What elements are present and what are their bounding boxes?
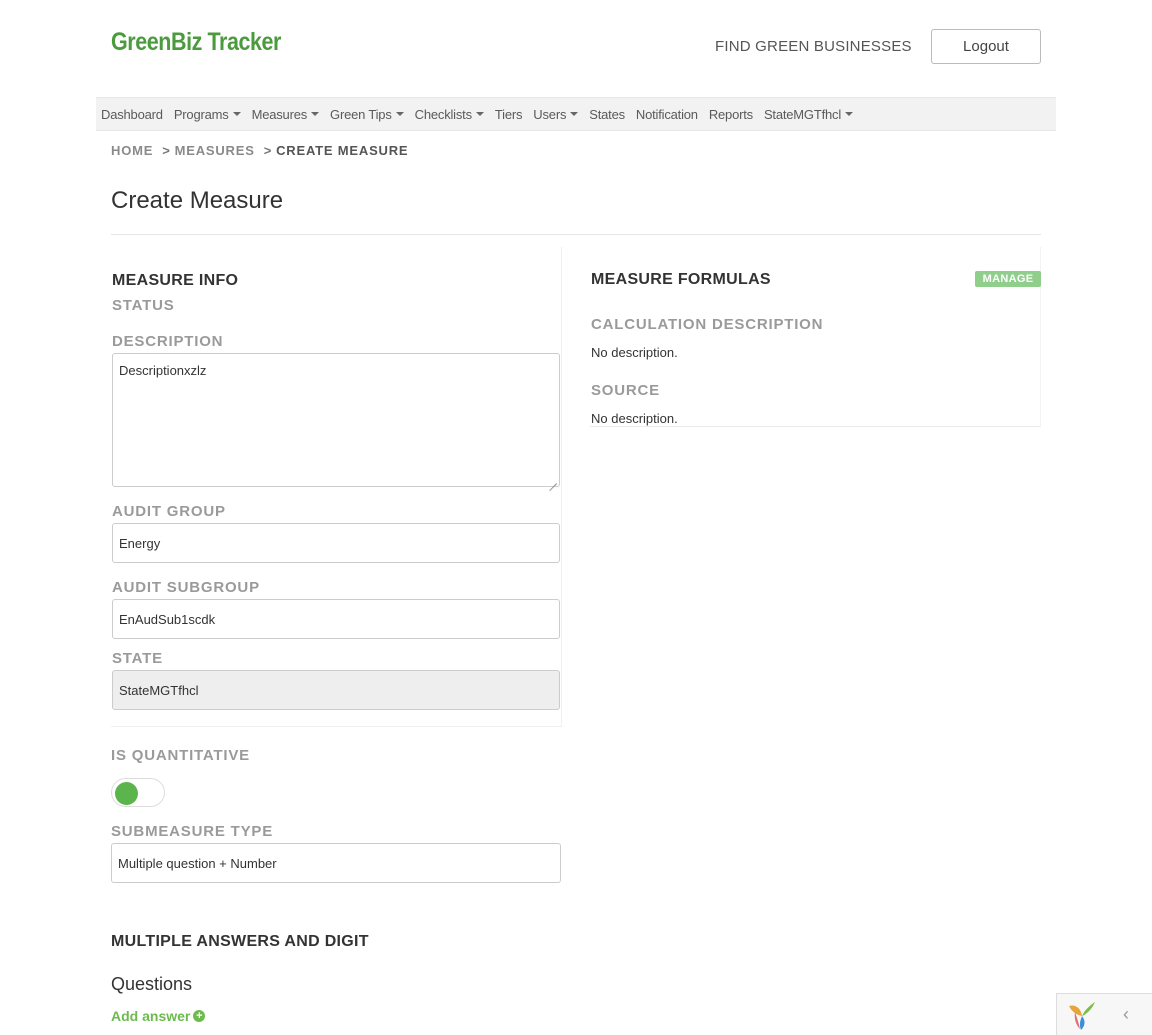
source-value: No description. [591,411,678,426]
find-green-businesses-link[interactable]: FIND GREEN BUSINESSES [715,38,912,55]
audit-subgroup-label: AUDIT SUBGROUP [112,579,260,596]
description-textarea[interactable]: Descriptionxzlz [112,353,560,487]
toggle-knob [115,782,138,805]
audit-group-value: Energy [119,535,161,551]
breadcrumb: HOME > MEASURES > CREATE MEASURE [111,143,408,158]
page-title: Create Measure [111,187,284,214]
state-label: STATE [112,650,163,667]
nav-label: StateMGTfhcl [763,106,842,122]
is-quantitative-label: IS QUANTITATIVE [111,747,250,764]
nav-item-states[interactable]: States [589,107,625,122]
nav-label: Tiers [494,106,523,122]
nav-item-dashboard[interactable]: Dashboard [101,107,163,122]
nav-item-tiers[interactable]: Tiers [494,106,523,122]
caret-down-icon [475,112,484,116]
nav-item-reports[interactable]: Reports [709,107,753,122]
nav-item-state-account[interactable]: StateMGTfhcl [763,106,854,122]
nav-label: Dashboard [101,106,163,122]
status-label: STATUS [112,297,175,314]
description-value: Descriptionxzlz [119,363,207,378]
caret-down-icon [395,112,404,116]
plus-circle-icon: + [193,1010,206,1022]
breadcrumb-home[interactable]: HOME [111,143,153,158]
nav-item-checklists[interactable]: Checklists [415,107,484,122]
add-answer-label: Add answer [111,1008,191,1024]
nav-item-notification[interactable]: Notification [636,107,698,122]
audit-subgroup-value: EnAudSub1scdk [119,611,216,627]
app-logo[interactable]: GreenBiz Tracker [111,28,281,57]
nav-label: Users [533,106,567,122]
nav-item-measures[interactable]: Measures [251,106,320,122]
nav-item-programs[interactable]: Programs [174,107,241,122]
breadcrumb-separator: > [162,143,171,158]
measure-info-panel [111,247,562,727]
nav-label: Green Tips [330,106,392,122]
nav-item-green-tips[interactable]: Green Tips [330,107,404,122]
nav-item-users[interactable]: Users [533,106,579,122]
breadcrumb-current: CREATE MEASURE [276,143,409,158]
debug-toolbar: ‹ [1056,993,1152,1035]
nav-label: Measures [251,106,308,122]
caret-down-icon [845,112,854,116]
yii-logo-icon[interactable] [1065,998,1099,1032]
nav-label: Programs [173,106,229,122]
audit-group-label: AUDIT GROUP [112,503,226,520]
submeasure-type-select[interactable]: Multiple question + Number [111,843,561,883]
source-label: SOURCE [591,382,660,399]
is-quantitative-toggle[interactable] [111,778,165,807]
audit-subgroup-input[interactable]: EnAudSub1scdk [112,599,560,639]
caret-down-icon [232,112,241,116]
calculation-description-label: CALCULATION DESCRIPTION [591,316,824,333]
add-answer-link[interactable]: Add answer + [111,1008,206,1024]
measure-info-heading: MEASURE INFO [112,272,239,289]
state-value: StateMGTfhcl [119,682,199,698]
breadcrumb-measures[interactable]: MEASURES [175,143,255,158]
nav-label: Reports [708,106,753,122]
logout-button[interactable]: Logout [931,29,1041,64]
audit-group-input[interactable]: Energy [112,523,560,563]
manage-button[interactable]: MANAGE [975,271,1041,287]
description-label: DESCRIPTION [112,333,224,350]
chevron-left-icon[interactable]: ‹ [1123,1004,1129,1025]
caret-down-icon [311,112,320,116]
title-divider [111,234,1041,235]
state-input: StateMGTfhcl [112,670,560,710]
breadcrumb-separator: > [263,143,273,158]
caret-down-icon [570,112,579,116]
nav-label: States [589,106,625,122]
nav-label: Checklists [414,106,472,122]
submeasure-type-value: Multiple question + Number [118,855,277,871]
calculation-description-value: No description. [591,345,678,360]
main-navbar: Dashboard Programs Measures Green Tips C… [96,97,1056,131]
multiple-answers-heading: MULTIPLE ANSWERS AND DIGIT [111,933,369,950]
nav-label: Notification [635,106,698,122]
resize-handle-icon[interactable] [549,476,557,484]
submeasure-type-label: SUBMEASURE TYPE [111,823,274,840]
questions-heading: Questions [111,974,193,994]
measure-formulas-heading: MEASURE FORMULAS [591,271,771,288]
